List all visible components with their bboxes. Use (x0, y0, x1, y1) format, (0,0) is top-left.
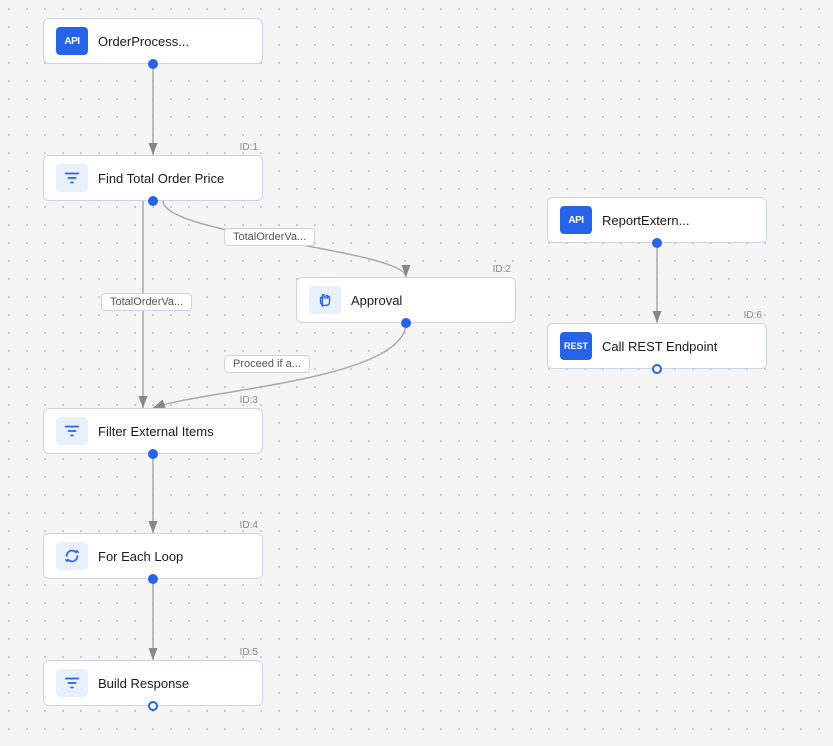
build-response-circle-bottom (148, 701, 158, 711)
api-badge: API (56, 27, 88, 55)
filter-badge (56, 164, 88, 192)
filter-external-badge (56, 417, 88, 445)
flow-canvas: API OrderProcess... ID:1 Find Total Orde… (0, 0, 833, 746)
report-extern-label: ReportExtern... (602, 213, 689, 228)
call-rest-endpoint-node[interactable]: ID:6 REST Call REST Endpoint (547, 323, 767, 369)
find-total-id: ID:1 (240, 142, 258, 153)
approval-dot-bottom (401, 318, 411, 328)
for-each-loop-id: ID:4 (240, 520, 258, 531)
approval-id: ID:2 (493, 264, 511, 275)
connector-label-totalorderva2: TotalOrderVa... (101, 293, 192, 311)
for-each-loop-node[interactable]: ID:4 For Each Loop (43, 533, 263, 579)
build-response-id: ID:5 (240, 647, 258, 658)
for-each-dot-bottom (148, 574, 158, 584)
connector-label-totalorderva1: TotalOrderVa... (224, 228, 315, 246)
find-total-label: Find Total Order Price (98, 171, 224, 186)
orderprocess-node[interactable]: API OrderProcess... (43, 18, 263, 64)
orderprocess-dot-bottom (148, 59, 158, 69)
rest-badge: REST (560, 332, 592, 360)
build-response-node[interactable]: ID:5 Build Response (43, 660, 263, 706)
loop-badge (56, 542, 88, 570)
call-rest-id: ID:6 (744, 310, 762, 321)
build-response-label: Build Response (98, 676, 189, 691)
build-badge (56, 669, 88, 697)
call-rest-circle-bottom (652, 364, 662, 374)
for-each-loop-label: For Each Loop (98, 549, 183, 564)
call-rest-label: Call REST Endpoint (602, 339, 717, 354)
connector-label-proceed: Proceed if a... (224, 355, 310, 373)
filter-external-id: ID:3 (240, 395, 258, 406)
orderprocess-label: OrderProcess... (98, 34, 189, 49)
hand-badge (309, 286, 341, 314)
filter-external-dot-bottom (148, 449, 158, 459)
approval-node[interactable]: ID:2 Approval (296, 277, 516, 323)
report-extern-api-badge: API (560, 206, 592, 234)
find-total-dot-bottom (148, 196, 158, 206)
report-extern-dot-bottom (652, 238, 662, 248)
find-total-order-price-node[interactable]: ID:1 Find Total Order Price (43, 155, 263, 201)
report-extern-node[interactable]: API ReportExtern... (547, 197, 767, 243)
filter-external-label: Filter External Items (98, 424, 214, 439)
approval-label: Approval (351, 293, 402, 308)
filter-external-items-node[interactable]: ID:3 Filter External Items (43, 408, 263, 454)
